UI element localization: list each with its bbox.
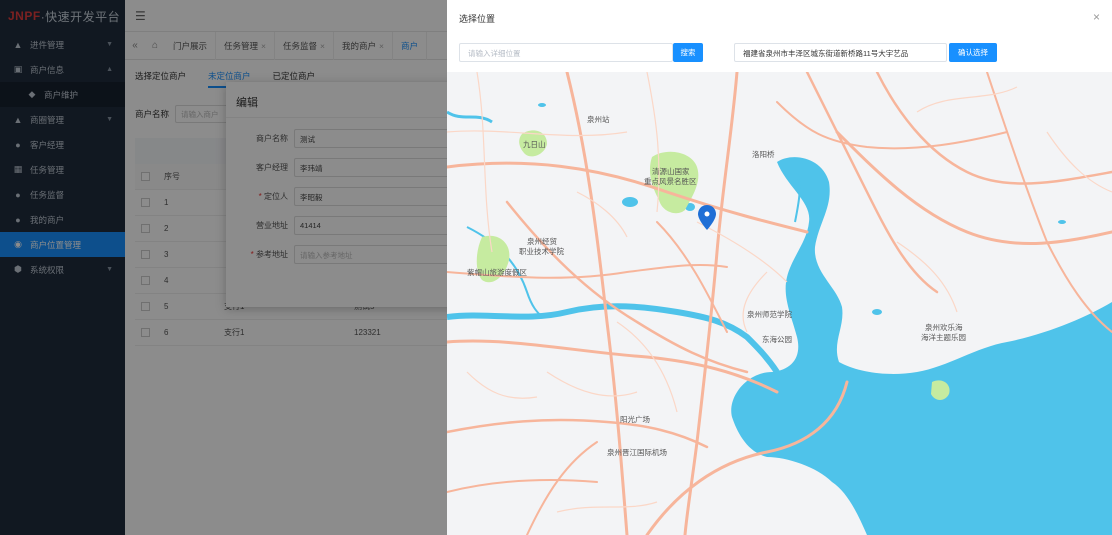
map-label-jiuri: 九日山 [523, 139, 546, 149]
map-label-college-1: 泉州经贸 [527, 236, 557, 246]
map-label-donghai: 东海公园 [762, 334, 792, 344]
location-search-input[interactable]: 请输入详细位置 [459, 43, 673, 62]
map-label-luoyang: 洛阳桥 [752, 149, 775, 159]
location-picker-drawer: 选择位置 × 请输入详细位置 搜索 福建省泉州市丰泽区城东街道新桥路11号大宇艺… [447, 0, 1112, 535]
map-label-college-2: 职业技术学院 [519, 246, 564, 256]
map-label-ziyun: 紫帽山旅游度假区 [467, 267, 527, 277]
confirm-location-button[interactable]: 确认选择 [949, 43, 997, 62]
map-label-station: 泉州站 [587, 114, 610, 124]
map-label-qingyuan-1: 清源山国家 [652, 166, 690, 176]
map-label-normal: 泉州师范学院 [747, 309, 792, 319]
app-root: JNPF ·快速开发平台 ▲ 进件管理 ▼ ▣ 商户信息 ▲ ◆ 商户维护 ▲ 商圈管理 ▼ ● 客户经… [0, 0, 1112, 535]
selected-address-field[interactable]: 福建省泉州市丰泽区城东街道新桥路11号大宇艺品 [734, 43, 947, 62]
map-label-yangguang: 阳光广场 [620, 414, 650, 424]
map-svg[interactable]: 九日山 泉州站 清源山国家 重点风景名胜区 洛阳桥 泉州经贸 职业技术学院 紫帽… [447, 72, 1112, 535]
drawer-title: 选择位置 [459, 14, 496, 24]
map-label-ocean-2: 海洋主题乐园 [921, 332, 966, 342]
map-label-ocean-1: 泉州欢乐海 [925, 322, 963, 332]
modal-overlay[interactable] [0, 0, 447, 535]
search-button[interactable]: 搜索 [673, 43, 703, 62]
map-canvas[interactable]: 九日山 泉州站 清源山国家 重点风景名胜区 洛阳桥 泉州经贸 职业技术学院 紫帽… [447, 72, 1112, 535]
map-label-qingyuan-2: 重点风景名胜区 [644, 176, 697, 186]
close-icon[interactable]: × [1093, 10, 1100, 24]
map-label-airport: 泉州晋江国际机场 [607, 447, 667, 457]
